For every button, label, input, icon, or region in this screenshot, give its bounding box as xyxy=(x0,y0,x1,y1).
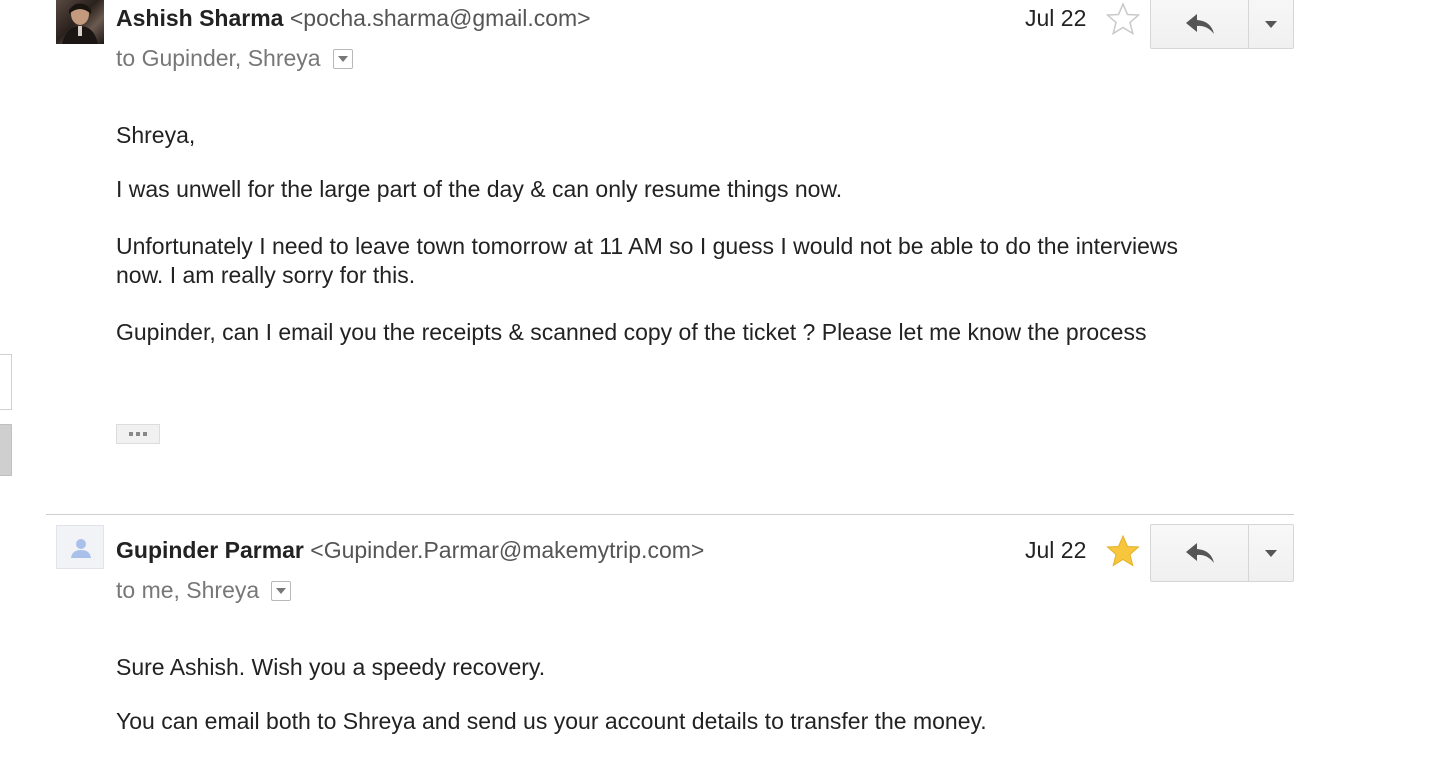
show-trimmed-content-button[interactable] xyxy=(116,424,160,444)
reply-icon xyxy=(1185,14,1214,34)
sender-avatar[interactable] xyxy=(56,0,104,44)
body-paragraph: I was unwell for the large part of the d… xyxy=(116,176,843,202)
message-actions xyxy=(1150,524,1294,582)
body-paragraph: You can email both to Shreya and send us… xyxy=(116,708,987,734)
sender-email: <Gupinder.Parmar@makemytrip.com> xyxy=(310,537,705,563)
sender-email: <pocha.sharma@gmail.com> xyxy=(289,5,591,31)
body-paragraph: Unfortunately I need to leave town tomor… xyxy=(116,233,1179,288)
reply-button[interactable] xyxy=(1151,525,1249,581)
recipients-line: to Gupinder, Shreya xyxy=(116,45,353,72)
recipients-text: to Gupinder, Shreya xyxy=(116,45,321,71)
show-details-chevron-down-icon[interactable] xyxy=(271,580,292,601)
sender-line: Gupinder Parmar <Gupinder.Parmar@makemyt… xyxy=(116,537,704,564)
side-panel-scroll-edge[interactable] xyxy=(0,424,12,476)
message-actions xyxy=(1150,0,1294,49)
sender-line: Ashish Sharma <pocha.sharma@gmail.com> xyxy=(116,5,591,32)
more-options-button[interactable] xyxy=(1249,0,1293,48)
reply-icon xyxy=(1185,543,1214,563)
reply-button[interactable] xyxy=(1151,0,1249,48)
side-panel-edge xyxy=(0,354,12,410)
sender-name[interactable]: Gupinder Parmar xyxy=(116,537,304,563)
star-filled-icon[interactable] xyxy=(1106,534,1140,568)
sender-name[interactable]: Ashish Sharma xyxy=(116,5,283,31)
recipients-line: to me, Shreya xyxy=(116,577,292,604)
chevron-down-icon xyxy=(1265,549,1277,557)
sender-avatar[interactable] xyxy=(56,525,104,569)
body-paragraph: Gupinder, can I email you the receipts &… xyxy=(116,319,1147,345)
star-outline-icon[interactable] xyxy=(1106,2,1140,36)
body-paragraph: Shreya, xyxy=(116,122,196,148)
message-date: Jul 22 xyxy=(1025,5,1087,31)
ellipsis-icon xyxy=(129,432,133,436)
message-divider xyxy=(46,514,1294,515)
more-options-button[interactable] xyxy=(1249,525,1293,581)
chevron-down-icon xyxy=(1265,20,1277,28)
person-icon xyxy=(71,539,91,558)
body-paragraph: Sure Ashish. Wish you a speedy recovery. xyxy=(116,654,546,680)
show-details-chevron-down-icon[interactable] xyxy=(332,48,353,69)
message-date: Jul 22 xyxy=(1025,537,1087,563)
recipients-text: to me, Shreya xyxy=(116,577,260,603)
